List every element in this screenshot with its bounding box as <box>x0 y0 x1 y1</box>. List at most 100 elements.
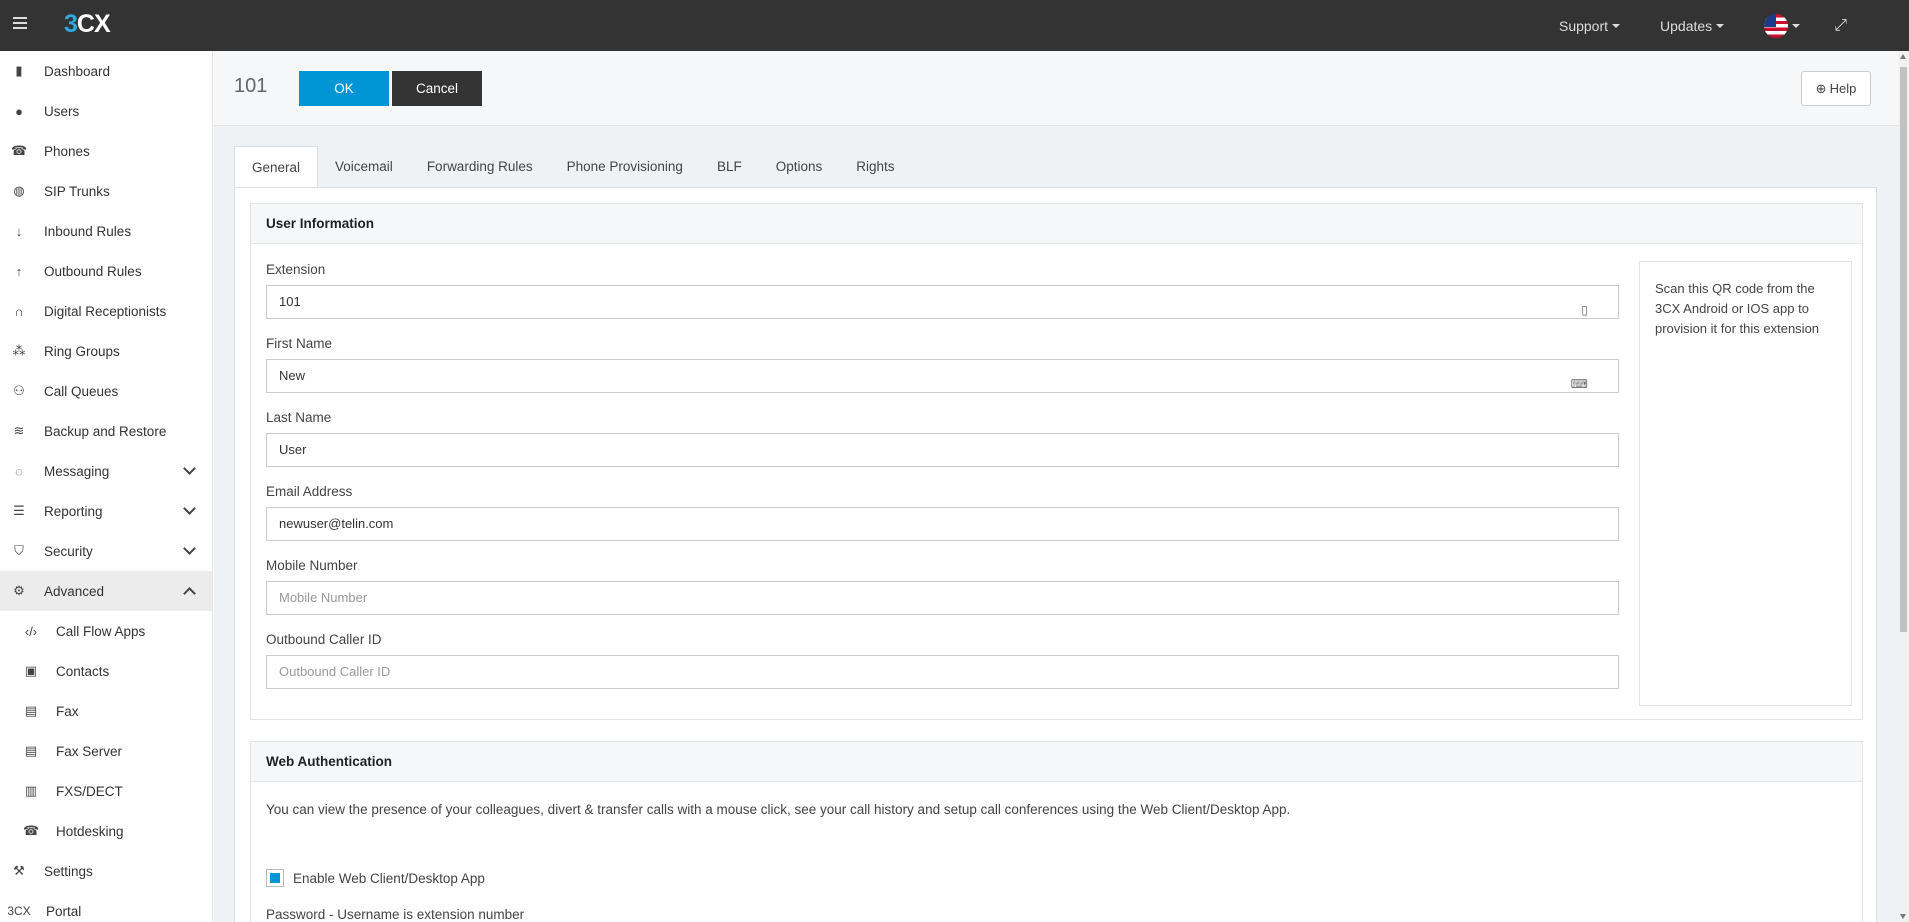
wrench-icon: ⚒ <box>13 863 25 878</box>
lifebuoy-icon: ⊕ <box>1815 80 1827 96</box>
qr-code-box: Scan this QR code from the 3CX Android o… <box>1639 261 1852 706</box>
help-button[interactable]: ⊕ Help <box>1801 71 1871 106</box>
language-menu[interactable] <box>1764 13 1801 38</box>
fxs-icon: ▥ <box>24 783 38 798</box>
chevron-down-icon <box>183 542 196 555</box>
sidebar: ▮ Dashboard ● Users ☎ Phones ◍ SIP Trunks ↓ I… <box>0 51 213 922</box>
chevron-up-icon <box>183 587 196 600</box>
extension-label: Extension <box>266 262 326 277</box>
fax-icon: ▤ <box>24 703 38 718</box>
enable-web-client-checkbox[interactable] <box>266 869 284 887</box>
id-card-icon: ▯ <box>1581 303 1588 317</box>
sidebar-item-fax[interactable]: ▤ Fax <box>0 691 212 731</box>
panel-title: User Information <box>251 204 1862 244</box>
sidebar-item-users[interactable]: ● Users <box>0 91 212 131</box>
database-icon: ≋ <box>13 423 25 438</box>
panel-title: Web Authentication <box>251 742 1862 782</box>
tab-general[interactable]: General <box>234 146 319 187</box>
web-auth-description: You can view the presence of your collea… <box>266 802 1291 817</box>
scroll-up-icon[interactable] <box>1900 54 1906 59</box>
arrow-up-icon: ↑ <box>15 263 23 279</box>
chevron-down-icon <box>183 462 196 475</box>
shield-icon: ⛉ <box>14 543 24 558</box>
scroll-down-icon[interactable] <box>1900 914 1906 919</box>
outbound-caller-id-label: Outbound Caller ID <box>266 632 382 647</box>
tab-rights[interactable]: Rights <box>839 146 911 186</box>
page-scrollbar[interactable] <box>1898 51 1909 922</box>
sidebar-item-contacts[interactable]: ▣ Contacts <box>0 651 212 691</box>
gear-icon: ⚙ <box>13 583 25 598</box>
fax-server-icon: ▤ <box>24 743 38 758</box>
sidebar-item-backup-restore[interactable]: ≋ Backup and Restore <box>0 411 212 451</box>
tab-blf[interactable]: BLF <box>700 146 759 186</box>
updates-menu[interactable]: Updates <box>1660 18 1725 34</box>
tab-phone-provisioning[interactable]: Phone Provisioning <box>550 146 700 186</box>
scrollbar-thumb[interactable] <box>1900 67 1907 632</box>
code-icon: ‹/› <box>24 623 38 639</box>
first-name-field[interactable]: New ⌨ <box>266 359 1619 393</box>
email-label: Email Address <box>266 484 353 499</box>
cancel-button[interactable]: Cancel <box>392 71 482 106</box>
sidebar-item-hotdesking[interactable]: ☎ Hotdesking <box>0 811 212 851</box>
sidebar-item-dashboard[interactable]: ▮ Dashboard <box>0 51 212 91</box>
us-flag-icon <box>1764 13 1789 38</box>
sidebar-item-fxs-dect[interactable]: ▥ FXS/DECT <box>0 771 212 811</box>
tab-voicemail[interactable]: Voicemail <box>318 146 410 186</box>
sidebar-item-call-flow-apps[interactable]: ‹/› Call Flow Apps <box>0 611 212 651</box>
bar-chart-icon: ▮ <box>15 63 23 78</box>
sidebar-item-sip-trunks[interactable]: ◍ SIP Trunks <box>0 171 212 211</box>
caret-down-icon <box>1792 23 1801 28</box>
hotdesk-phone-icon: ☎ <box>23 823 40 838</box>
headset-icon: ∩ <box>14 303 24 319</box>
sidebar-item-fax-server[interactable]: ▤ Fax Server <box>0 731 212 771</box>
enable-web-client-row[interactable]: Enable Web Client/Desktop App <box>266 869 485 887</box>
user-icon: ● <box>15 103 23 119</box>
contact-book-icon: ▣ <box>24 663 38 678</box>
menu-toggle-icon[interactable] <box>13 17 27 29</box>
extension-field[interactable]: 101 ▯ <box>266 285 1619 319</box>
chat-icon: ◌ <box>15 463 23 479</box>
chevron-down-icon <box>183 502 196 515</box>
user-information-panel: User Information Extension 101 ▯ First Na… <box>250 203 1863 720</box>
top-bar: 3CX Support Updates ⤢ <box>0 0 1909 51</box>
sidebar-item-outbound-rules[interactable]: ↑ Outbound Rules <box>0 251 212 291</box>
tab-content: User Information Extension 101 ▯ First Na… <box>234 187 1877 922</box>
mobile-number-label: Mobile Number <box>266 558 358 573</box>
3cx-logo-icon: 3CX <box>7 904 31 918</box>
page-header: 101 OK Cancel ⊕ Help <box>214 51 1898 126</box>
sidebar-item-security[interactable]: ⛉ Security <box>0 531 212 571</box>
outbound-caller-id-field[interactable]: Outbound Caller ID <box>266 655 1619 689</box>
fullscreen-icon[interactable]: ⤢ <box>1834 17 1847 35</box>
sidebar-item-phones[interactable]: ☎ Phones <box>0 131 212 171</box>
sidebar-item-settings[interactable]: ⚒ Settings <box>0 851 212 891</box>
ok-button[interactable]: OK <box>299 71 389 106</box>
first-name-label: First Name <box>266 336 333 351</box>
sidebar-item-portal[interactable]: 3CX Portal <box>0 891 212 922</box>
globe-icon: ◍ <box>13 183 25 198</box>
phone-icon: ☎ <box>11 143 28 158</box>
page-title: 101 <box>234 75 268 97</box>
last-name-field[interactable]: User <box>266 433 1619 467</box>
sidebar-item-digital-receptionists[interactable]: ∩ Digital Receptionists <box>0 291 212 331</box>
queue-icon: ⚇ <box>13 383 25 398</box>
mobile-number-field[interactable]: Mobile Number <box>266 581 1619 615</box>
keyboard-icon: ⌨ <box>1570 377 1588 391</box>
caret-down-icon <box>1612 23 1621 28</box>
sidebar-item-call-queues[interactable]: ⚇ Call Queues <box>0 371 212 411</box>
enable-web-client-label: Enable Web Client/Desktop App <box>293 870 485 886</box>
tab-forwarding-rules[interactable]: Forwarding Rules <box>410 146 550 186</box>
list-icon: ☰ <box>13 503 25 518</box>
sidebar-item-inbound-rules[interactable]: ↓ Inbound Rules <box>0 211 212 251</box>
sidebar-item-reporting[interactable]: ☰ Reporting <box>0 491 212 531</box>
last-name-label: Last Name <box>266 410 332 425</box>
email-field[interactable]: newuser@telin.com <box>266 507 1619 541</box>
sidebar-item-advanced[interactable]: ⚙ Advanced <box>0 571 212 611</box>
tab-bar: General Voicemail Forwarding Rules Phone… <box>234 146 912 187</box>
sidebar-item-ring-groups[interactable]: ⁂ Ring Groups <box>0 331 212 371</box>
logo[interactable]: 3CX <box>64 10 111 39</box>
tab-options[interactable]: Options <box>759 146 840 186</box>
support-menu[interactable]: Support <box>1559 18 1621 34</box>
sidebar-item-messaging[interactable]: ◌ Messaging <box>0 451 212 491</box>
group-icon: ⁂ <box>12 343 26 358</box>
main-area: 101 OK Cancel ⊕ Help General Voicemail Fo… <box>214 51 1898 922</box>
